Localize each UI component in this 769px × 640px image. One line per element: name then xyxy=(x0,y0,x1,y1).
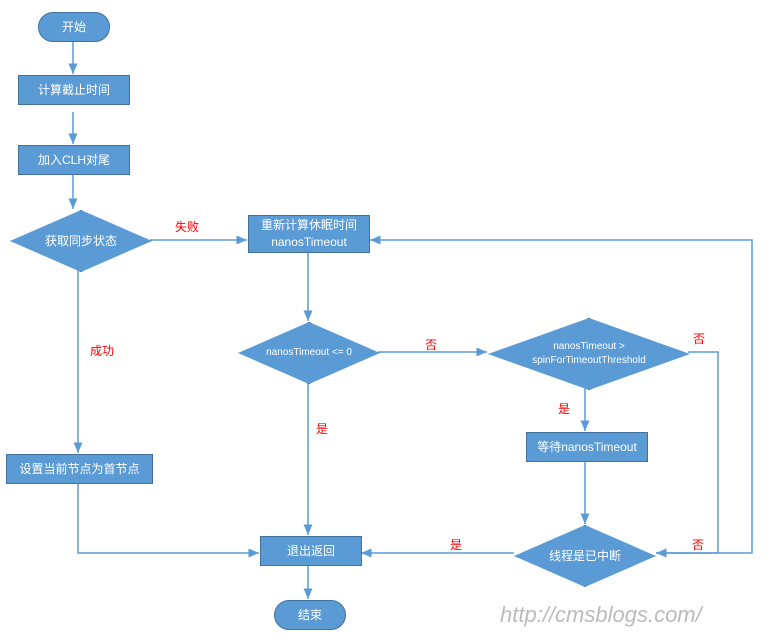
exit-return-label: 退出返回 xyxy=(287,543,335,560)
start-label: 开始 xyxy=(62,19,86,36)
set-head-label: 设置当前节点为首节点 xyxy=(19,461,139,478)
exit-return-node: 退出返回 xyxy=(260,536,362,566)
calc-deadline-node: 计算截止时间 xyxy=(18,75,130,105)
recalc-l2: nanosTimeout xyxy=(271,234,347,251)
join-clh-node: 加入CLH对尾 xyxy=(18,145,130,175)
edge-label-fail: 失败 xyxy=(175,218,199,235)
edge-label-no-1: 否 xyxy=(425,336,437,353)
wait-nanos-label: 等待nanosTimeout xyxy=(537,439,637,456)
recalc-l1: 重新计算休眠时间 xyxy=(261,217,357,234)
set-head-node: 设置当前节点为首节点 xyxy=(6,454,153,484)
start-node: 开始 xyxy=(38,12,110,42)
edge-label-yes-2: 是 xyxy=(558,400,570,417)
wait-nanos-node: 等待nanosTimeout xyxy=(526,432,648,462)
join-clh-label: 加入CLH对尾 xyxy=(38,152,110,169)
edge-label-succ: 成功 xyxy=(90,342,114,359)
edge-label-no-2: 否 xyxy=(693,330,705,347)
edge-label-no-3: 否 xyxy=(692,536,704,553)
recalc-sleep-node: 重新计算休眠时间nanosTimeout xyxy=(248,215,370,253)
end-label: 结束 xyxy=(298,607,322,624)
nanos-gt-l2: spinForTimeoutThreshold xyxy=(532,354,646,368)
watermark: http://cmsblogs.com/ xyxy=(500,602,702,628)
is-interrupted-label: 线程是已中断 xyxy=(549,548,621,565)
edge-label-yes-1: 是 xyxy=(316,420,328,437)
edge-label-yes-3: 是 xyxy=(450,536,462,553)
nanos-gt-l1: nanosTimeout > xyxy=(553,340,625,354)
acquire-sync-label: 获取同步状态 xyxy=(45,233,117,250)
nanos-le0-label: nanosTimeout <= 0 xyxy=(266,346,352,360)
end-node: 结束 xyxy=(274,600,346,630)
calc-deadline-label: 计算截止时间 xyxy=(38,82,110,99)
